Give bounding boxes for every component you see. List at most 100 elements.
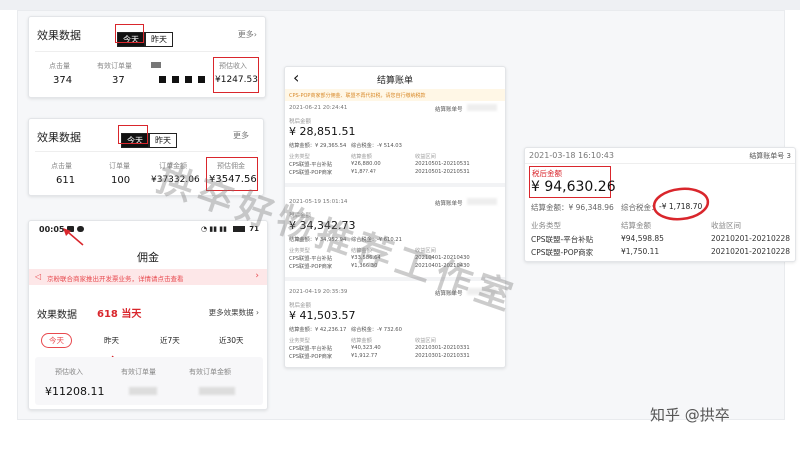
stat-label-valid-order-amount: 有效订单金额 bbox=[189, 368, 231, 376]
highlight-box-today bbox=[115, 24, 144, 43]
row-period: 20210201-20210228 bbox=[711, 234, 791, 243]
card-title: 效果数据 bbox=[37, 131, 81, 144]
col-amount-header: 结算金额 bbox=[621, 221, 651, 230]
tax-label: 综合税金： bbox=[621, 203, 659, 212]
speaker-icon: ◁ bbox=[35, 272, 42, 281]
tax-notice-bar: CPS-POP商家部分佣金、联盟不再代扣税，请您自行缴纳税款 bbox=[285, 89, 505, 101]
row-amount: ¥26,880.00 bbox=[351, 161, 381, 167]
tab-7-days[interactable]: 近7天 bbox=[160, 335, 180, 346]
bill-number-label: 结算账单号 3 bbox=[749, 152, 791, 160]
divider bbox=[35, 51, 259, 52]
chevron-right-icon: › bbox=[253, 30, 257, 39]
stat-label-est-revenue: 预估收入 bbox=[219, 62, 247, 70]
notice-text: CPS-POP商家部分佣金、联盟不再代扣税，请您自行缴纳税款 bbox=[289, 93, 426, 99]
page-title: 结算账单 bbox=[376, 76, 413, 86]
row-type: CPS联盟-POP商家 bbox=[289, 170, 333, 176]
after-tax-label: 税后金额 bbox=[289, 119, 312, 125]
tax-amount: -¥ 1,718.70 bbox=[659, 202, 703, 211]
stat-label-valid-orders: 有效订单量 bbox=[121, 368, 156, 376]
col-amount-header: 结算金额 bbox=[351, 154, 372, 160]
more-effect-data-link[interactable]: 更多效果数据 › bbox=[209, 307, 259, 318]
card-title: 效果数据 bbox=[37, 29, 81, 42]
redacted-value bbox=[129, 387, 157, 395]
row-type: CPS联盟-平台补贴 bbox=[531, 235, 594, 244]
after-tax-label: 税后金额 bbox=[289, 303, 312, 309]
stat-value-clicks: 374 bbox=[53, 75, 73, 86]
settlement-detail-card: 2021-03-18 16:10:43 结算账单号 3 税后金额 ¥ 94,63… bbox=[524, 147, 796, 262]
col-period-header: 收益区间 bbox=[415, 338, 436, 344]
row-amount: ¥1,8??.4? bbox=[351, 169, 376, 175]
settlement-date: 2021-03-18 16:10:43 bbox=[529, 151, 614, 160]
row-period: 20210301-20210331 bbox=[415, 353, 470, 359]
col-amount-header: 结算金额 bbox=[351, 338, 372, 344]
zhihu-brand: 知乎 @拱卒 bbox=[650, 406, 730, 424]
tab-30-days[interactable]: 近30天 bbox=[219, 335, 244, 346]
row-amount: ¥94,598.85 bbox=[621, 234, 664, 243]
stat-label-clicks: 点击量 bbox=[51, 162, 72, 170]
stat-label-clicks: 点击量 bbox=[49, 62, 70, 70]
clock: 00:05 bbox=[39, 225, 65, 234]
stat-value-est-revenue: ¥1247.53 bbox=[215, 75, 258, 85]
tax-amount: 综合税金：-¥ 732.60 bbox=[351, 327, 402, 333]
stat-label-est-revenue: 预估收入 bbox=[55, 368, 83, 376]
tab-yesterday[interactable]: 昨天 bbox=[104, 335, 119, 346]
row-amount: ¥40,323.40 bbox=[351, 345, 381, 351]
entry-date: 2021-04-19 20:35:39 bbox=[289, 289, 348, 295]
redacted-label bbox=[151, 62, 161, 68]
col-type-header: 业务类型 bbox=[531, 221, 561, 230]
redacted-bill-number bbox=[467, 104, 497, 111]
after-tax-amount: ¥ 94,630.26 bbox=[531, 179, 616, 195]
tab-yesterday[interactable]: 昨天 bbox=[149, 133, 177, 148]
chevron-right-icon: › bbox=[255, 271, 259, 281]
row-type: CPS联盟-平台补贴 bbox=[289, 346, 333, 352]
row-amount: ¥1,912.77 bbox=[351, 353, 378, 359]
col-type-header: 业务类型 bbox=[289, 338, 310, 344]
row-period: 20210501-20210531 bbox=[415, 161, 470, 167]
pre-tax-amount: 结算金额：¥ 96,348.96 bbox=[531, 203, 614, 212]
notification-icon bbox=[67, 226, 74, 232]
page-title: 佣金 bbox=[137, 251, 159, 264]
commission-phone-screen: 00:05 ◔ ▮▮ ▮▮ 71 佣金 ◁ 京粉联合商家推出开发票业务，详情请点… bbox=[28, 220, 268, 410]
redacted-value bbox=[199, 387, 235, 395]
tab-yesterday[interactable]: 昨天 bbox=[145, 32, 173, 47]
divider bbox=[525, 163, 795, 164]
stat-value-clicks: 611 bbox=[56, 175, 76, 186]
row-type: CPS联盟-POP商家 bbox=[531, 248, 594, 257]
redacted-value bbox=[159, 76, 209, 83]
top-strip bbox=[0, 0, 800, 10]
section-title: 效果数据 bbox=[37, 310, 77, 321]
screenshot-canvas: 效果数据 今天 昨天 更多› 点击量 374 有效订单量 37 预估收入 ¥124… bbox=[0, 0, 800, 450]
row-type: CPS联盟-平台补贴 bbox=[289, 162, 333, 168]
more-link[interactable]: 更多 bbox=[233, 130, 249, 141]
pre-tax-amount: 结算金额：¥ 29,365.54 bbox=[289, 143, 347, 149]
row-period: 20210501-20210531 bbox=[415, 169, 470, 175]
entry-date: 2021-06-21 20:24:41 bbox=[289, 105, 348, 111]
stat-value-est-revenue: ¥11208.11 bbox=[45, 385, 105, 398]
bill-number-label: 结算账单号 bbox=[435, 107, 463, 113]
stat-label-orders: 订单量 bbox=[109, 162, 130, 170]
redacted-bill-number bbox=[467, 198, 497, 205]
after-tax-label: 税后金额 bbox=[532, 169, 562, 178]
tab-today[interactable]: 今天 bbox=[41, 333, 72, 348]
effect-data-card-1: 效果数据 今天 昨天 更多› 点击量 374 有效订单量 37 预估收入 ¥124… bbox=[28, 16, 266, 98]
stat-value-orders: 37 bbox=[112, 75, 125, 86]
annotation-618: 618 当天 bbox=[97, 309, 142, 320]
col-type-header: 业务类型 bbox=[289, 154, 310, 160]
row-period: 20210201-20210228 bbox=[711, 247, 791, 256]
range-tabs: 今天 昨天 近7天 近30天 bbox=[29, 333, 267, 349]
stat-value-orders: 100 bbox=[111, 175, 131, 186]
row-type: CPS联盟-POP商家 bbox=[289, 264, 333, 270]
row-type: CPS联盟-POP商家 bbox=[289, 354, 333, 360]
pre-tax-amount: 结算金额：¥ 42,236.17 bbox=[289, 327, 347, 333]
stat-label-orders: 有效订单量 bbox=[97, 62, 132, 70]
col-period-header: 收益区间 bbox=[415, 154, 436, 160]
settlement-entry[interactable]: 2021-06-21 20:24:41 结算账单号 税后金额 ¥ 28,851.51 结… bbox=[285, 101, 505, 187]
after-tax-amount: ¥ 41,503.57 bbox=[289, 309, 356, 322]
row-amount: ¥1,750.11 bbox=[621, 247, 660, 256]
row-period: 20210301-20210331 bbox=[415, 345, 470, 351]
more-link[interactable]: 更多› bbox=[238, 29, 257, 40]
divider bbox=[35, 151, 257, 152]
chat-icon bbox=[77, 226, 84, 232]
notice-banner[interactable]: ◁ 京粉联合商家推出开发票业务，详情请点击查看 › bbox=[29, 269, 267, 285]
tax-amount: 综合税金：-¥ 514.03 bbox=[351, 143, 402, 149]
